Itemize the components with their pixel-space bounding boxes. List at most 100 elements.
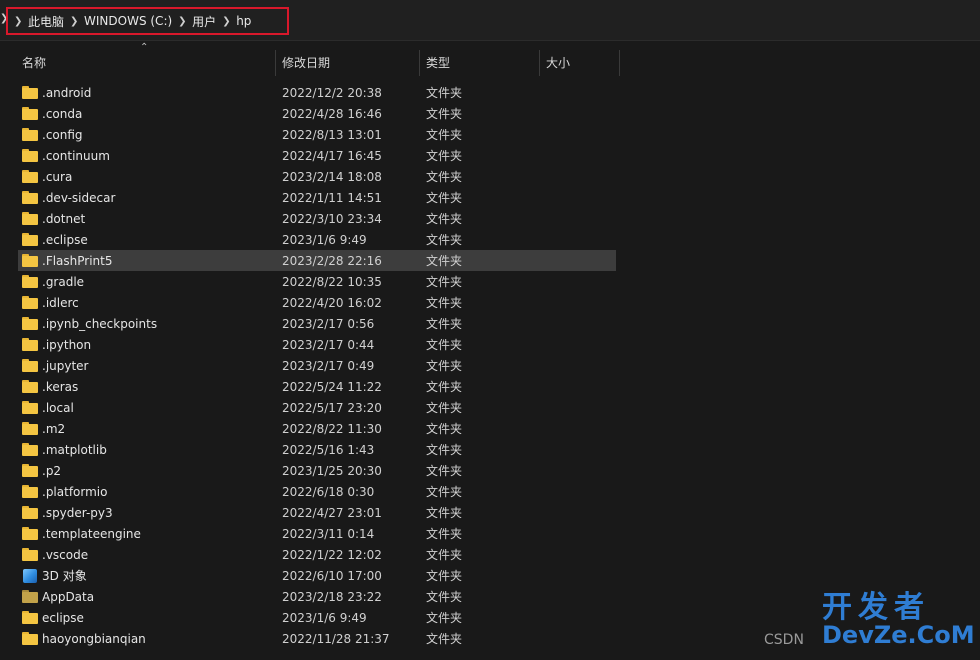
item-modified-date: 2022/6/10 17:00 bbox=[282, 568, 382, 583]
column-header: ⌃ 名称 修改日期 类型 大小 bbox=[0, 42, 980, 78]
folder-icon bbox=[22, 464, 38, 477]
item-type: 文件夹 bbox=[426, 527, 463, 541]
list-item[interactable]: eclipse 2023/1/6 9:49 文件夹 bbox=[18, 607, 616, 628]
chevron-right-icon: ❯ bbox=[178, 15, 187, 27]
breadcrumb-item-hp[interactable]: hp bbox=[230, 14, 257, 28]
item-name: AppData bbox=[42, 589, 95, 604]
list-item[interactable]: .matplotlib 2022/5/16 1:43 文件夹 bbox=[18, 439, 616, 460]
list-item[interactable]: .FlashPrint5 2023/2/28 22:16 文件夹 bbox=[18, 250, 616, 271]
folder-icon bbox=[22, 86, 38, 99]
folder-icon bbox=[22, 107, 38, 120]
address-bar: ❯ ❯ 此电脑 ❯ WINDOWS (C:) ❯ 用户 ❯ hp bbox=[0, 0, 980, 41]
item-modified-date: 2022/4/20 16:02 bbox=[282, 295, 382, 310]
list-item[interactable]: .spyder-py3 2022/4/27 23:01 文件夹 bbox=[18, 502, 616, 523]
item-modified-date: 2022/12/2 20:38 bbox=[282, 85, 382, 100]
column-header-name[interactable]: 名称 bbox=[16, 48, 274, 78]
item-name: .eclipse bbox=[42, 232, 88, 247]
list-item[interactable]: .keras 2022/5/24 11:22 文件夹 bbox=[18, 376, 616, 397]
3d-objects-icon bbox=[23, 568, 37, 583]
list-item[interactable]: .gradle 2022/8/22 10:35 文件夹 bbox=[18, 271, 616, 292]
item-modified-date: 2023/1/25 20:30 bbox=[282, 463, 382, 478]
chevron-right-icon: ❯ bbox=[222, 15, 231, 27]
item-type: 文件夹 bbox=[426, 317, 463, 331]
folder-icon bbox=[22, 275, 38, 288]
item-modified-date: 2023/2/18 23:22 bbox=[282, 589, 382, 604]
column-header-type[interactable]: 类型 bbox=[420, 48, 538, 78]
list-item[interactable]: .continuum 2022/4/17 16:45 文件夹 bbox=[18, 145, 616, 166]
item-type: 文件夹 bbox=[426, 485, 463, 499]
item-modified-date: 2022/8/22 10:35 bbox=[282, 274, 382, 289]
list-item[interactable]: .jupyter 2023/2/17 0:49 文件夹 bbox=[18, 355, 616, 376]
item-name: 3D 对象 bbox=[42, 569, 87, 583]
list-item[interactable]: .dev-sidecar 2022/1/11 14:51 文件夹 bbox=[18, 187, 616, 208]
list-item[interactable]: .p2 2023/1/25 20:30 文件夹 bbox=[18, 460, 616, 481]
folder-icon bbox=[22, 632, 38, 645]
item-type: 文件夹 bbox=[426, 590, 463, 604]
column-header-date[interactable]: 修改日期 bbox=[276, 48, 418, 78]
breadcrumb-item-users[interactable]: 用户 bbox=[186, 13, 222, 30]
list-item[interactable]: .ipynb_checkpoints 2023/2/17 0:56 文件夹 bbox=[18, 313, 616, 334]
item-type: 文件夹 bbox=[426, 149, 463, 163]
folder-icon bbox=[22, 485, 38, 498]
item-modified-date: 2023/2/17 0:56 bbox=[282, 316, 375, 331]
folder-icon bbox=[22, 128, 38, 141]
list-item[interactable]: .android 2022/12/2 20:38 文件夹 bbox=[18, 82, 616, 103]
folder-icon bbox=[22, 254, 38, 267]
item-modified-date: 2022/6/18 0:30 bbox=[282, 484, 375, 499]
list-item[interactable]: .m2 2022/8/22 11:30 文件夹 bbox=[18, 418, 616, 439]
item-type: 文件夹 bbox=[426, 233, 463, 247]
list-item[interactable]: .idlerc 2022/4/20 16:02 文件夹 bbox=[18, 292, 616, 313]
list-item[interactable]: .cura 2023/2/14 18:08 文件夹 bbox=[18, 166, 616, 187]
item-type: 文件夹 bbox=[426, 191, 463, 205]
item-modified-date: 2022/5/24 11:22 bbox=[282, 379, 382, 394]
list-item[interactable]: .config 2022/8/13 13:01 文件夹 bbox=[18, 124, 616, 145]
list-item[interactable]: .local 2022/5/17 23:20 文件夹 bbox=[18, 397, 616, 418]
list-item[interactable]: 3D 对象 2022/6/10 17:00 文件夹 bbox=[18, 565, 616, 586]
list-item[interactable]: haoyongbianqian 2022/11/28 21:37 文件夹 bbox=[18, 628, 616, 649]
item-type: 文件夹 bbox=[426, 443, 463, 457]
list-item[interactable]: .platformio 2022/6/18 0:30 文件夹 bbox=[18, 481, 616, 502]
item-modified-date: 2023/2/17 0:44 bbox=[282, 337, 375, 352]
item-type: 文件夹 bbox=[426, 275, 463, 289]
list-item[interactable]: AppData 2023/2/18 23:22 文件夹 bbox=[18, 586, 616, 607]
item-name: .dotnet bbox=[42, 211, 86, 226]
item-name: .cura bbox=[42, 169, 73, 184]
item-type: 文件夹 bbox=[426, 338, 463, 352]
breadcrumb-item-drive[interactable]: WINDOWS (C:) bbox=[78, 14, 178, 28]
list-item[interactable]: .conda 2022/4/28 16:46 文件夹 bbox=[18, 103, 616, 124]
list-item[interactable]: .vscode 2022/1/22 12:02 文件夹 bbox=[18, 544, 616, 565]
item-type: 文件夹 bbox=[426, 254, 463, 268]
breadcrumb-item-this-pc[interactable]: 此电脑 bbox=[22, 13, 70, 30]
item-modified-date: 2022/5/16 1:43 bbox=[282, 442, 375, 457]
folder-icon bbox=[22, 191, 38, 204]
item-modified-date: 2022/1/11 14:51 bbox=[282, 190, 382, 205]
item-name: .local bbox=[42, 400, 74, 415]
folder-icon bbox=[22, 338, 38, 351]
watermark-csdn: CSDN bbox=[764, 632, 804, 648]
list-item[interactable]: .eclipse 2023/1/6 9:49 文件夹 bbox=[18, 229, 616, 250]
item-type: 文件夹 bbox=[426, 359, 463, 373]
folder-icon bbox=[22, 212, 38, 225]
item-modified-date: 2022/4/28 16:46 bbox=[282, 106, 382, 121]
item-name: haoyongbianqian bbox=[42, 631, 146, 646]
item-name: .android bbox=[42, 85, 92, 100]
list-item[interactable]: .ipython 2023/2/17 0:44 文件夹 bbox=[18, 334, 616, 355]
item-type: 文件夹 bbox=[426, 212, 463, 226]
column-divider[interactable] bbox=[619, 50, 620, 76]
list-item[interactable]: .dotnet 2022/3/10 23:34 文件夹 bbox=[18, 208, 616, 229]
chevron-right-icon: ❯ bbox=[14, 15, 23, 27]
item-name: .platformio bbox=[42, 484, 108, 499]
column-header-size[interactable]: 大小 bbox=[540, 48, 618, 78]
item-modified-date: 2022/4/17 16:45 bbox=[282, 148, 382, 163]
item-name: .config bbox=[42, 127, 83, 142]
item-modified-date: 2022/8/22 11:30 bbox=[282, 421, 382, 436]
item-type: 文件夹 bbox=[426, 128, 463, 142]
watermark-brand-en: DevZe.CoM bbox=[822, 621, 975, 649]
item-name: .vscode bbox=[42, 547, 89, 562]
list-item[interactable]: .templateengine 2022/3/11 0:14 文件夹 bbox=[18, 523, 616, 544]
item-name: .FlashPrint5 bbox=[42, 253, 113, 268]
item-name: .gradle bbox=[42, 274, 85, 289]
item-name: .spyder-py3 bbox=[42, 505, 113, 520]
item-modified-date: 2023/1/6 9:49 bbox=[282, 232, 367, 247]
folder-icon bbox=[22, 527, 38, 540]
